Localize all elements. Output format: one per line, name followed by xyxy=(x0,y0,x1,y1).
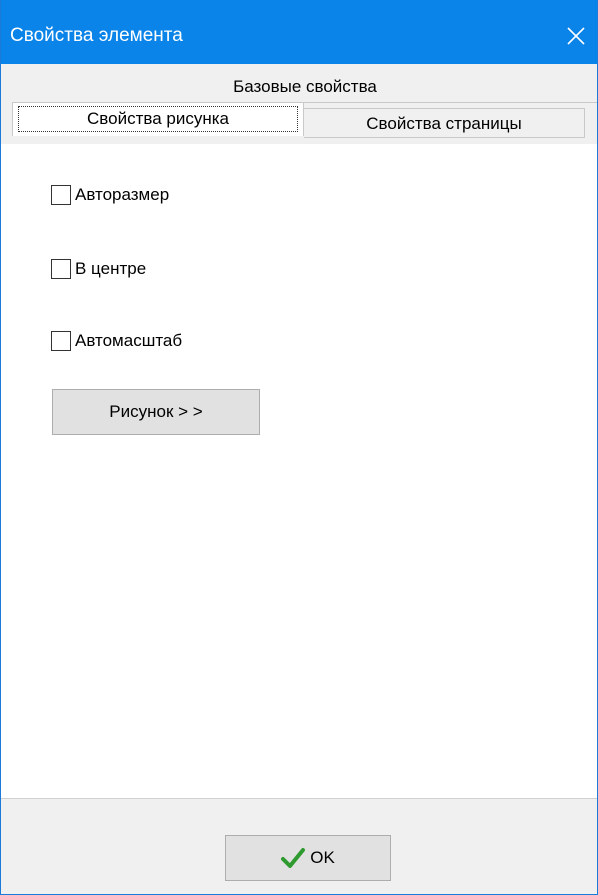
autoscale-checkbox[interactable] xyxy=(51,331,71,351)
title-bar[interactable]: Свойства элемента xyxy=(1,0,597,64)
picture-properties-panel: Авторазмер В центре Автомасштаб Рисунок … xyxy=(1,144,597,798)
element-properties-dialog: Свойства элемента Базовые свойства Свойс… xyxy=(0,0,598,895)
close-button[interactable] xyxy=(555,14,597,58)
tab-page-properties[interactable]: Свойства страницы xyxy=(304,108,585,138)
tab-picture-label: Свойства рисунка xyxy=(87,109,229,128)
close-icon xyxy=(565,25,587,47)
picture-button[interactable]: Рисунок > > xyxy=(52,389,260,435)
tab-strip: Базовые свойства Свойства рисунка Свойст… xyxy=(1,64,597,144)
ok-button[interactable]: OK xyxy=(225,835,391,881)
dialog-button-bar: OK xyxy=(1,798,597,894)
ok-button-label: OK xyxy=(310,848,335,867)
tab-row-top: Базовые свойства xyxy=(13,72,597,103)
tab-base-properties[interactable]: Базовые свойства xyxy=(13,72,597,102)
autoscale-label: Автомасштаб xyxy=(75,331,183,350)
window-title: Свойства элемента xyxy=(10,25,183,46)
center-label: В центре xyxy=(75,259,147,278)
center-checkbox[interactable] xyxy=(51,259,71,279)
autosize-checkbox[interactable] xyxy=(51,185,71,205)
autosize-label: Авторазмер xyxy=(75,185,170,204)
picture-button-label: Рисунок > > xyxy=(109,402,203,421)
tab-picture-properties[interactable]: Свойства рисунка xyxy=(12,102,304,136)
checkmark-icon xyxy=(281,847,306,869)
autoscale-option[interactable]: Автомасштаб xyxy=(51,330,182,352)
center-option[interactable]: В центре xyxy=(51,258,146,280)
autosize-option[interactable]: Авторазмер xyxy=(51,184,169,206)
